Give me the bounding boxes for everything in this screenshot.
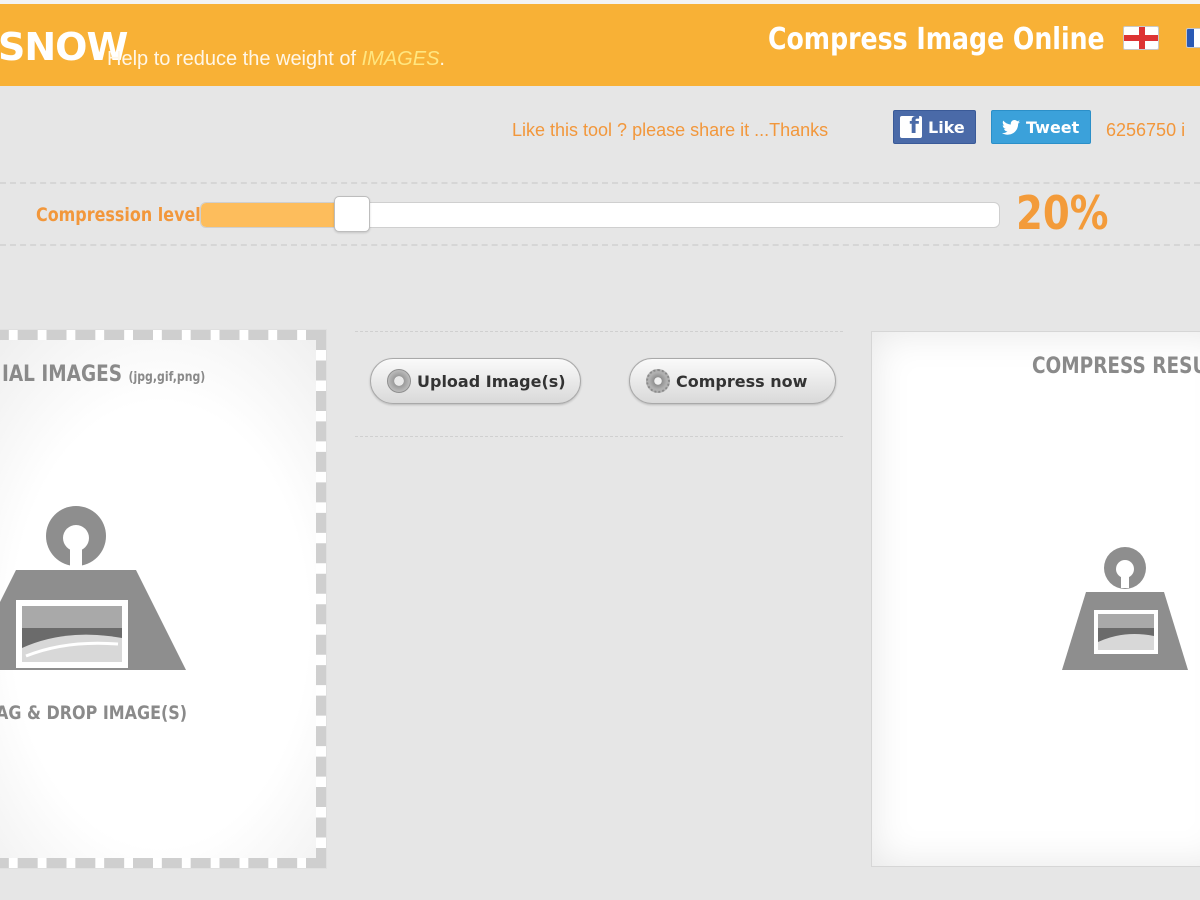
upload-label: Upload Image(s)	[417, 371, 566, 391]
tagline-prefix: Help to reduce the weight of	[107, 48, 362, 70]
compression-slider-handle[interactable]	[334, 196, 370, 232]
tagline-suffix: .	[439, 48, 445, 70]
usage-counter: 6256750 i	[1106, 120, 1186, 140]
upload-images-button[interactable]: Upload Image(s)	[370, 358, 581, 404]
original-images-types: (jpg,gif,png)	[128, 370, 206, 385]
divider-top	[0, 182, 1200, 184]
site-tagline: Help to reduce the weight of IMAGES.	[107, 48, 445, 71]
tagline-highlight: IMAGES	[361, 48, 440, 70]
compress-label: Compress now	[676, 371, 808, 391]
compression-percent: 20%	[1016, 186, 1109, 240]
facebook-like-button[interactable]: f Like	[893, 110, 976, 144]
compress-now-button[interactable]: Compress now	[629, 358, 836, 404]
compression-slider-track[interactable]	[200, 202, 1000, 228]
fr-flag-icon[interactable]	[1186, 28, 1200, 48]
tweet-label: Tweet	[1026, 117, 1080, 137]
divider-bottom	[0, 244, 1200, 246]
page-title: Compress Image Online	[768, 22, 1105, 57]
uk-flag-icon[interactable]	[1123, 26, 1159, 50]
dropzone-label: AG & DROP IMAGE(S)	[0, 702, 188, 724]
weight-result-icon	[1062, 547, 1188, 670]
compress-results-panel: COMPRESS RESU	[871, 331, 1200, 867]
twitter-bird-icon	[1002, 119, 1020, 135]
compress-results-title: COMPRESS RESU	[1032, 354, 1200, 379]
top-header-bar: SNOW Help to reduce the weight of IMAGES…	[0, 0, 1200, 86]
weight-image-icon	[0, 506, 186, 670]
original-images-title-text: IAL IMAGES	[2, 362, 123, 387]
share-prompt: Like this tool ? please share it ...Than…	[512, 120, 829, 140]
like-label: Like	[928, 117, 965, 137]
compression-level-label: Compression level	[36, 204, 201, 226]
facebook-icon: f	[900, 116, 922, 138]
gear-icon	[646, 369, 670, 393]
upload-icon	[387, 369, 411, 393]
tweet-button[interactable]: Tweet	[991, 110, 1091, 144]
original-images-title: IAL IMAGES (jpg,gif,png)	[2, 362, 205, 387]
original-images-dropzone[interactable]: IAL IMAGES (jpg,gif,png) AG & DROP IMAGE…	[0, 330, 326, 868]
